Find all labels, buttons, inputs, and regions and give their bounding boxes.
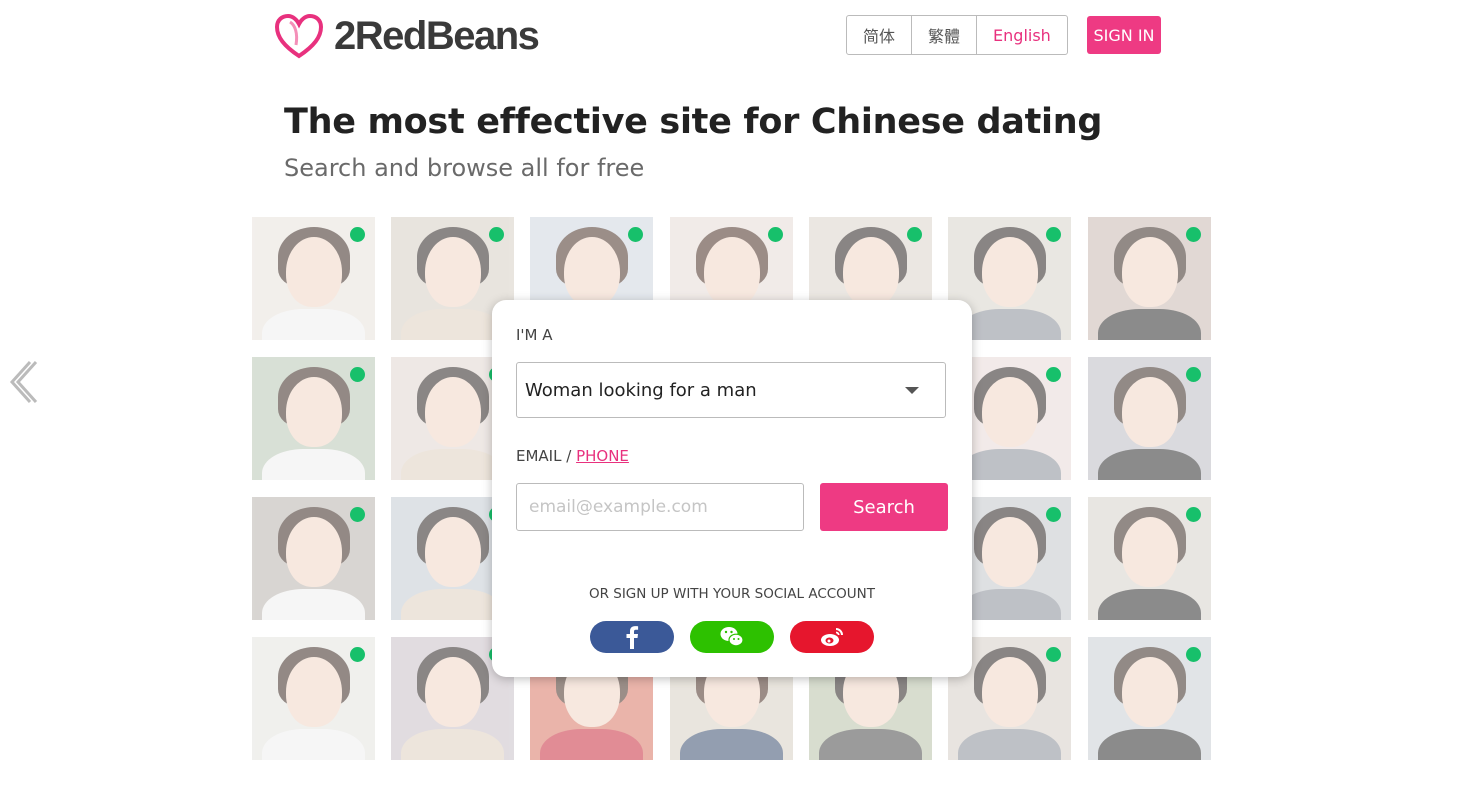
profile-photo xyxy=(843,237,899,307)
online-status-dot xyxy=(350,647,365,662)
online-status-dot xyxy=(1046,507,1061,522)
profile-photo xyxy=(286,657,342,727)
seeking-select[interactable]: Woman looking for a man xyxy=(516,362,946,418)
profile-photo xyxy=(564,237,620,307)
profile-body xyxy=(540,729,643,760)
online-status-dot xyxy=(1186,227,1201,242)
caret-down-icon xyxy=(905,387,919,394)
profile-body xyxy=(958,309,1061,340)
profile-photo xyxy=(1122,657,1178,727)
profile-body xyxy=(401,309,504,340)
profile-body xyxy=(680,729,783,760)
profile-photo xyxy=(1122,377,1178,447)
im-a-label: I'M A xyxy=(516,326,553,344)
email-label: EMAIL / xyxy=(516,447,577,465)
online-status-dot xyxy=(350,507,365,522)
language-switcher: 简体 繁體 English xyxy=(846,15,1068,55)
online-status-dot xyxy=(350,367,365,382)
online-status-dot xyxy=(768,227,783,242)
lang-simplified-button[interactable]: 简体 xyxy=(847,16,913,54)
online-status-dot xyxy=(1186,647,1201,662)
profile-body xyxy=(1098,729,1201,760)
profile-photo xyxy=(982,657,1038,727)
profile-body xyxy=(262,729,365,760)
seeking-select-value: Woman looking for a man xyxy=(525,379,757,401)
online-status-dot xyxy=(1046,367,1061,382)
profile-photo xyxy=(1122,517,1178,587)
email-phone-label: EMAIL / PHONE xyxy=(516,447,629,465)
profile-photo xyxy=(982,517,1038,587)
online-status-dot xyxy=(628,227,643,242)
profile-photo xyxy=(425,237,481,307)
profile-photo xyxy=(286,237,342,307)
online-status-dot xyxy=(1186,507,1201,522)
weibo-button[interactable] xyxy=(790,621,874,653)
page-subtitle: Search and browse all for free xyxy=(284,154,645,182)
online-status-dot xyxy=(1186,367,1201,382)
profile-body xyxy=(262,589,365,620)
wechat-button[interactable] xyxy=(690,621,774,653)
logo-text: 2RedBeans xyxy=(334,13,540,58)
facebook-icon xyxy=(626,626,639,649)
profile-body xyxy=(401,449,504,480)
online-status-dot xyxy=(489,227,504,242)
profile-body xyxy=(1098,309,1201,340)
profile-body xyxy=(262,449,365,480)
profile-photo xyxy=(286,377,342,447)
sign-in-button[interactable]: SIGN IN xyxy=(1087,16,1161,54)
profile-photo xyxy=(425,657,481,727)
email-input[interactable] xyxy=(516,483,804,531)
profile-photo xyxy=(982,237,1038,307)
search-button[interactable]: Search xyxy=(820,483,948,531)
profile-body xyxy=(958,729,1061,760)
online-status-dot xyxy=(907,227,922,242)
profile-body xyxy=(1098,449,1201,480)
phone-link[interactable]: PHONE xyxy=(576,447,629,465)
profile-photo xyxy=(425,377,481,447)
online-status-dot xyxy=(1046,227,1061,242)
weibo-icon xyxy=(821,628,843,646)
profile-body xyxy=(401,729,504,760)
profile-photo xyxy=(286,517,342,587)
wechat-icon xyxy=(720,627,744,647)
lang-english-button[interactable]: English xyxy=(977,16,1067,54)
profile-photo xyxy=(982,377,1038,447)
profile-body xyxy=(1098,589,1201,620)
page: 2RedBeans 简体 繁體 English SIGN IN The most… xyxy=(0,0,1464,788)
page-title: The most effective site for Chinese dati… xyxy=(284,102,1103,142)
heart-logo-icon xyxy=(274,13,324,59)
profile-photo xyxy=(1122,237,1178,307)
chevron-left-icon[interactable] xyxy=(8,360,38,404)
signup-panel: I'M A Woman looking for a man EMAIL / PH… xyxy=(492,300,972,677)
profile-body xyxy=(958,449,1061,480)
profile-body xyxy=(958,589,1061,620)
logo[interactable]: 2RedBeans xyxy=(274,12,540,60)
profile-body xyxy=(819,729,922,760)
profile-photo xyxy=(425,517,481,587)
online-status-dot xyxy=(350,227,365,242)
social-signup-caption: OR SIGN UP WITH YOUR SOCIAL ACCOUNT xyxy=(588,586,876,602)
facebook-button[interactable] xyxy=(590,621,674,653)
profile-photo xyxy=(704,237,760,307)
profile-body xyxy=(262,309,365,340)
profile-body xyxy=(401,589,504,620)
online-status-dot xyxy=(1046,647,1061,662)
lang-traditional-button[interactable]: 繁體 xyxy=(912,16,978,54)
